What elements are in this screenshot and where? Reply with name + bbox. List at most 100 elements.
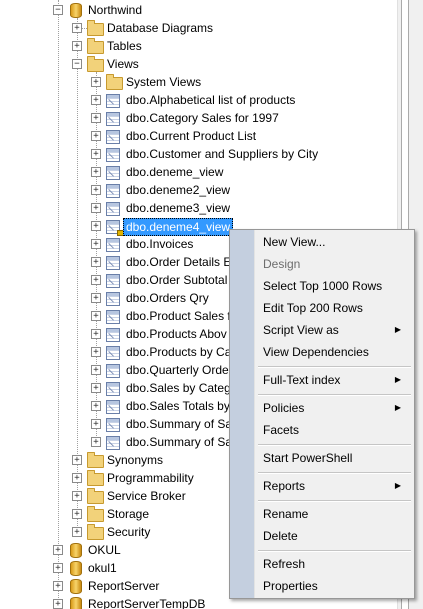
tree-node-label: OKUL bbox=[88, 543, 121, 557]
database-icon bbox=[70, 597, 82, 609]
expand-icon[interactable]: + bbox=[91, 419, 101, 429]
folder-icon bbox=[106, 74, 123, 90]
expand-icon[interactable]: + bbox=[91, 239, 101, 249]
menu-item-start-powershell[interactable]: Start PowerShell bbox=[233, 447, 411, 469]
tree-node-database-diagrams[interactable]: + Database Diagrams bbox=[0, 19, 397, 37]
tree-node-label: dbo.Order Details E bbox=[126, 255, 232, 269]
menu-item-script-view-as[interactable]: Script View as ▶ bbox=[233, 319, 411, 341]
expand-icon[interactable]: + bbox=[91, 437, 101, 447]
expand-icon[interactable]: + bbox=[91, 149, 101, 159]
menu-item-reports[interactable]: Reports ▶ bbox=[233, 475, 411, 497]
menu-item-new-view[interactable]: New View... bbox=[233, 231, 411, 253]
tree-node-system-views[interactable]: + System Views bbox=[0, 73, 397, 91]
expand-icon[interactable]: + bbox=[91, 347, 101, 357]
expand-icon[interactable]: + bbox=[53, 599, 63, 609]
collapse-icon[interactable]: − bbox=[53, 5, 63, 15]
expand-icon[interactable]: + bbox=[91, 293, 101, 303]
tree-node-label: dbo.Products by Ca bbox=[126, 345, 232, 359]
expand-icon[interactable]: + bbox=[72, 23, 82, 33]
expand-icon[interactable]: + bbox=[72, 473, 82, 483]
expand-icon[interactable]: + bbox=[91, 95, 101, 105]
expand-icon[interactable]: + bbox=[91, 401, 101, 411]
tree-node-northwind[interactable]: − Northwind bbox=[0, 1, 397, 19]
expand-icon[interactable]: + bbox=[72, 455, 82, 465]
tree-node-view[interactable]: + dbo.Alphabetical list of products bbox=[0, 91, 397, 109]
tree-node-label: dbo.Customer and Suppliers by City bbox=[126, 147, 319, 161]
expand-icon[interactable]: + bbox=[72, 41, 82, 51]
menu-item-refresh[interactable]: Refresh bbox=[233, 553, 411, 575]
expand-icon[interactable]: + bbox=[91, 131, 101, 141]
tree-node-label: dbo.Product Sales f bbox=[126, 309, 231, 323]
expand-icon[interactable]: + bbox=[91, 77, 101, 87]
view-icon bbox=[106, 256, 120, 270]
tree-node-label: dbo.Orders Qry bbox=[126, 291, 209, 305]
database-icon bbox=[70, 3, 82, 18]
expand-icon[interactable]: + bbox=[91, 275, 101, 285]
expand-icon[interactable]: + bbox=[72, 509, 82, 519]
tree-node-label: dbo.deneme3_view bbox=[126, 201, 231, 215]
folder-icon bbox=[87, 38, 104, 54]
tree-node-view[interactable]: + dbo.deneme2_view bbox=[0, 181, 397, 199]
menu-item-facets[interactable]: Facets bbox=[233, 419, 411, 441]
menu-item-label: Full-Text index bbox=[263, 373, 341, 387]
expand-icon[interactable]: + bbox=[53, 563, 63, 573]
expand-icon[interactable]: + bbox=[91, 365, 101, 375]
tree-node-label: Database Diagrams bbox=[107, 21, 214, 35]
tree-node-label: Northwind bbox=[88, 3, 143, 17]
tree-node-label: Views bbox=[107, 57, 139, 71]
view-icon bbox=[106, 112, 120, 126]
menu-item-label: Reports bbox=[263, 479, 306, 493]
menu-separator bbox=[258, 472, 411, 474]
menu-item-view-dependencies[interactable]: View Dependencies bbox=[233, 341, 411, 363]
tree-node-view[interactable]: + dbo.Current Product List bbox=[0, 127, 397, 145]
menu-item-label: Edit Top 200 Rows bbox=[263, 301, 363, 315]
menu-item-edit-top-rows[interactable]: Edit Top 200 Rows bbox=[233, 297, 411, 319]
folder-icon bbox=[87, 506, 104, 522]
view-icon bbox=[106, 400, 120, 414]
expand-icon[interactable]: + bbox=[72, 491, 82, 501]
expand-icon[interactable]: + bbox=[91, 203, 101, 213]
expand-icon[interactable]: + bbox=[91, 257, 101, 267]
tree-node-view[interactable]: + dbo.deneme3_view bbox=[0, 199, 397, 217]
tree-node-label: okul1 bbox=[88, 561, 117, 575]
menu-item-label: Rename bbox=[263, 507, 309, 521]
expand-icon[interactable]: + bbox=[72, 527, 82, 537]
expand-icon[interactable]: + bbox=[53, 545, 63, 555]
menu-item-properties[interactable]: Properties bbox=[233, 575, 411, 597]
expand-icon[interactable]: + bbox=[91, 311, 101, 321]
tree-node-label: dbo.Sales Totals by bbox=[126, 399, 230, 413]
view-icon bbox=[106, 328, 120, 342]
tree-node-views[interactable]: − Views bbox=[0, 55, 397, 73]
menu-item-select-top-rows[interactable]: Select Top 1000 Rows bbox=[233, 275, 411, 297]
tree-node-label: Security bbox=[107, 525, 151, 539]
tree-node-view[interactable]: + dbo.Customer and Suppliers by City bbox=[0, 145, 397, 163]
view-icon bbox=[106, 166, 120, 180]
menu-separator bbox=[258, 444, 411, 446]
view-icon bbox=[106, 94, 120, 108]
menu-item-rename[interactable]: Rename bbox=[233, 503, 411, 525]
collapse-icon[interactable]: − bbox=[72, 59, 82, 69]
menu-item-label: View Dependencies bbox=[263, 345, 369, 359]
menu-item-delete[interactable]: Delete bbox=[233, 525, 411, 547]
tree-node-view[interactable]: + dbo.deneme_view bbox=[0, 163, 397, 181]
tree-node-label: dbo.Summary of Sa bbox=[126, 435, 233, 449]
view-icon bbox=[106, 202, 120, 216]
expand-icon[interactable]: + bbox=[91, 185, 101, 195]
menu-item-label: Properties bbox=[263, 579, 318, 593]
menu-item-label: Facets bbox=[263, 423, 300, 437]
expand-icon[interactable]: + bbox=[91, 167, 101, 177]
menu-item-label: Policies bbox=[263, 401, 305, 415]
expand-icon[interactable]: + bbox=[91, 113, 101, 123]
view-icon bbox=[106, 418, 120, 432]
chevron-right-icon: ▶ bbox=[394, 375, 401, 384]
tree-node-label: System Views bbox=[126, 75, 202, 89]
menu-item-full-text-index[interactable]: Full-Text index ▶ bbox=[233, 369, 411, 391]
tree-node-tables[interactable]: + Tables bbox=[0, 37, 397, 55]
expand-icon[interactable]: + bbox=[91, 221, 101, 231]
expand-icon[interactable]: + bbox=[53, 581, 63, 591]
menu-item-policies[interactable]: Policies ▶ bbox=[233, 397, 411, 419]
tree-node-view[interactable]: + dbo.Category Sales for 1997 bbox=[0, 109, 397, 127]
view-icon bbox=[106, 148, 120, 162]
expand-icon[interactable]: + bbox=[91, 329, 101, 339]
expand-icon[interactable]: + bbox=[91, 383, 101, 393]
